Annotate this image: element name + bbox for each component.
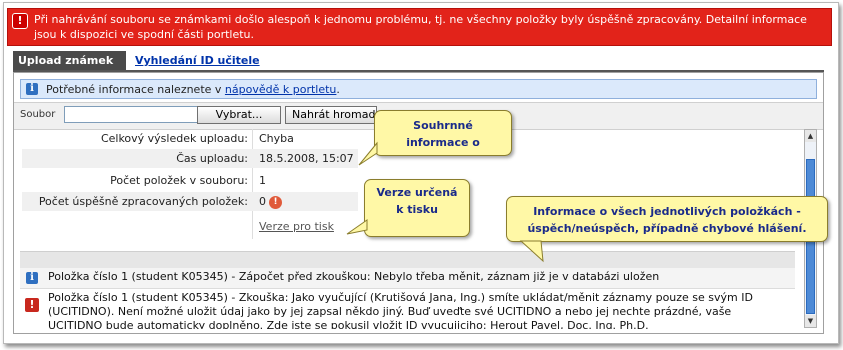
select-file-button[interactable]: Vybrat... bbox=[197, 106, 281, 124]
callout-items-text: Informace o všech jednotlivých položkách… bbox=[527, 205, 807, 235]
summary-value-with-icon: 0! bbox=[259, 195, 282, 209]
list-item: ! Položka číslo 1 (student K05345) - Zko… bbox=[20, 289, 795, 329]
items-list-header bbox=[20, 251, 795, 269]
callout-pointer bbox=[346, 219, 368, 235]
summary-key: Počet položek v souboru: bbox=[110, 174, 248, 187]
callout-pointer bbox=[519, 240, 544, 263]
error-status-icon: ! bbox=[269, 195, 282, 209]
bulk-upload-button[interactable]: Nahrát hromadně bbox=[285, 106, 377, 124]
summary-row-success: Počet úspěšně zpracovaných položek: 0! bbox=[22, 192, 358, 211]
help-link[interactable]: nápovědě k portletu bbox=[225, 83, 336, 96]
summary-key: Čas uploadu: bbox=[176, 152, 248, 165]
scroll-down-arrow-icon[interactable]: ▼ bbox=[805, 315, 816, 327]
help-text: Potřebné informace naleznete v nápovědě … bbox=[46, 83, 340, 96]
error-icon: ! bbox=[25, 298, 39, 312]
summary-row-time: Čas uploadu: 18.5.2008, 15:07 bbox=[22, 149, 358, 168]
summary-value: 1 bbox=[259, 174, 266, 187]
help-text-prefix: Potřebné informace naleznete v bbox=[46, 83, 225, 96]
list-item: i Položka číslo 1 (student K05345) - Záp… bbox=[20, 268, 795, 289]
help-text-suffix: . bbox=[336, 83, 340, 96]
tab-bar: Upload známek Vyhledání ID učitele bbox=[13, 50, 824, 72]
callout-items: Informace o všech jednotlivých položkách… bbox=[506, 196, 828, 263]
info-icon: i bbox=[26, 83, 38, 95]
summary-key: Počet úspěšně zpracovaných položek: bbox=[38, 195, 248, 208]
callout-print: Verze určená k tisku bbox=[346, 179, 470, 237]
file-label: Soubor bbox=[20, 109, 56, 120]
error-message: Při nahrávání souboru se známkami došlo … bbox=[34, 13, 807, 41]
tab-find-teacher-id[interactable]: Vyhledání ID učitele bbox=[130, 51, 265, 70]
callout-summary-text: Souhrnné informace o bbox=[406, 119, 480, 149]
tab-upload-grades[interactable]: Upload známek bbox=[13, 51, 126, 70]
error-banner: ! Při nahrávání souboru se známkami došl… bbox=[7, 8, 832, 46]
summary-row-result: Celkový výsledek uploadu: Chyba bbox=[22, 129, 358, 148]
item-icon-cell: i bbox=[20, 268, 44, 288]
help-info-bar: i Potřebné informace naleznete v nápověd… bbox=[20, 79, 817, 99]
summary-value: 18.5.2008, 15:07 bbox=[259, 152, 354, 165]
summary-key: Celkový výsledek uploadu: bbox=[100, 132, 248, 145]
callout-pointer bbox=[358, 141, 378, 166]
callout-summary: Souhrnné informace o bbox=[358, 110, 512, 166]
callout-print-text: Verze určená k tisku bbox=[376, 186, 458, 216]
item-text: Položka číslo 1 (student K05345) - Zápoč… bbox=[48, 270, 660, 283]
summary-row-count: Počet položek v souboru: 1 bbox=[22, 171, 358, 190]
file-input[interactable] bbox=[64, 106, 198, 123]
summary-value: 0 bbox=[259, 195, 266, 208]
info-icon: i bbox=[26, 272, 38, 284]
item-text: Položka číslo 1 (student K05345) - Zkouš… bbox=[48, 291, 753, 329]
summary-value: Chyba bbox=[259, 132, 294, 145]
error-icon: ! bbox=[12, 13, 28, 29]
scroll-up-arrow-icon[interactable]: ▲ bbox=[805, 130, 816, 142]
print-version-link[interactable]: Verze pro tisk bbox=[259, 220, 334, 233]
item-icon-cell: ! bbox=[20, 289, 44, 329]
